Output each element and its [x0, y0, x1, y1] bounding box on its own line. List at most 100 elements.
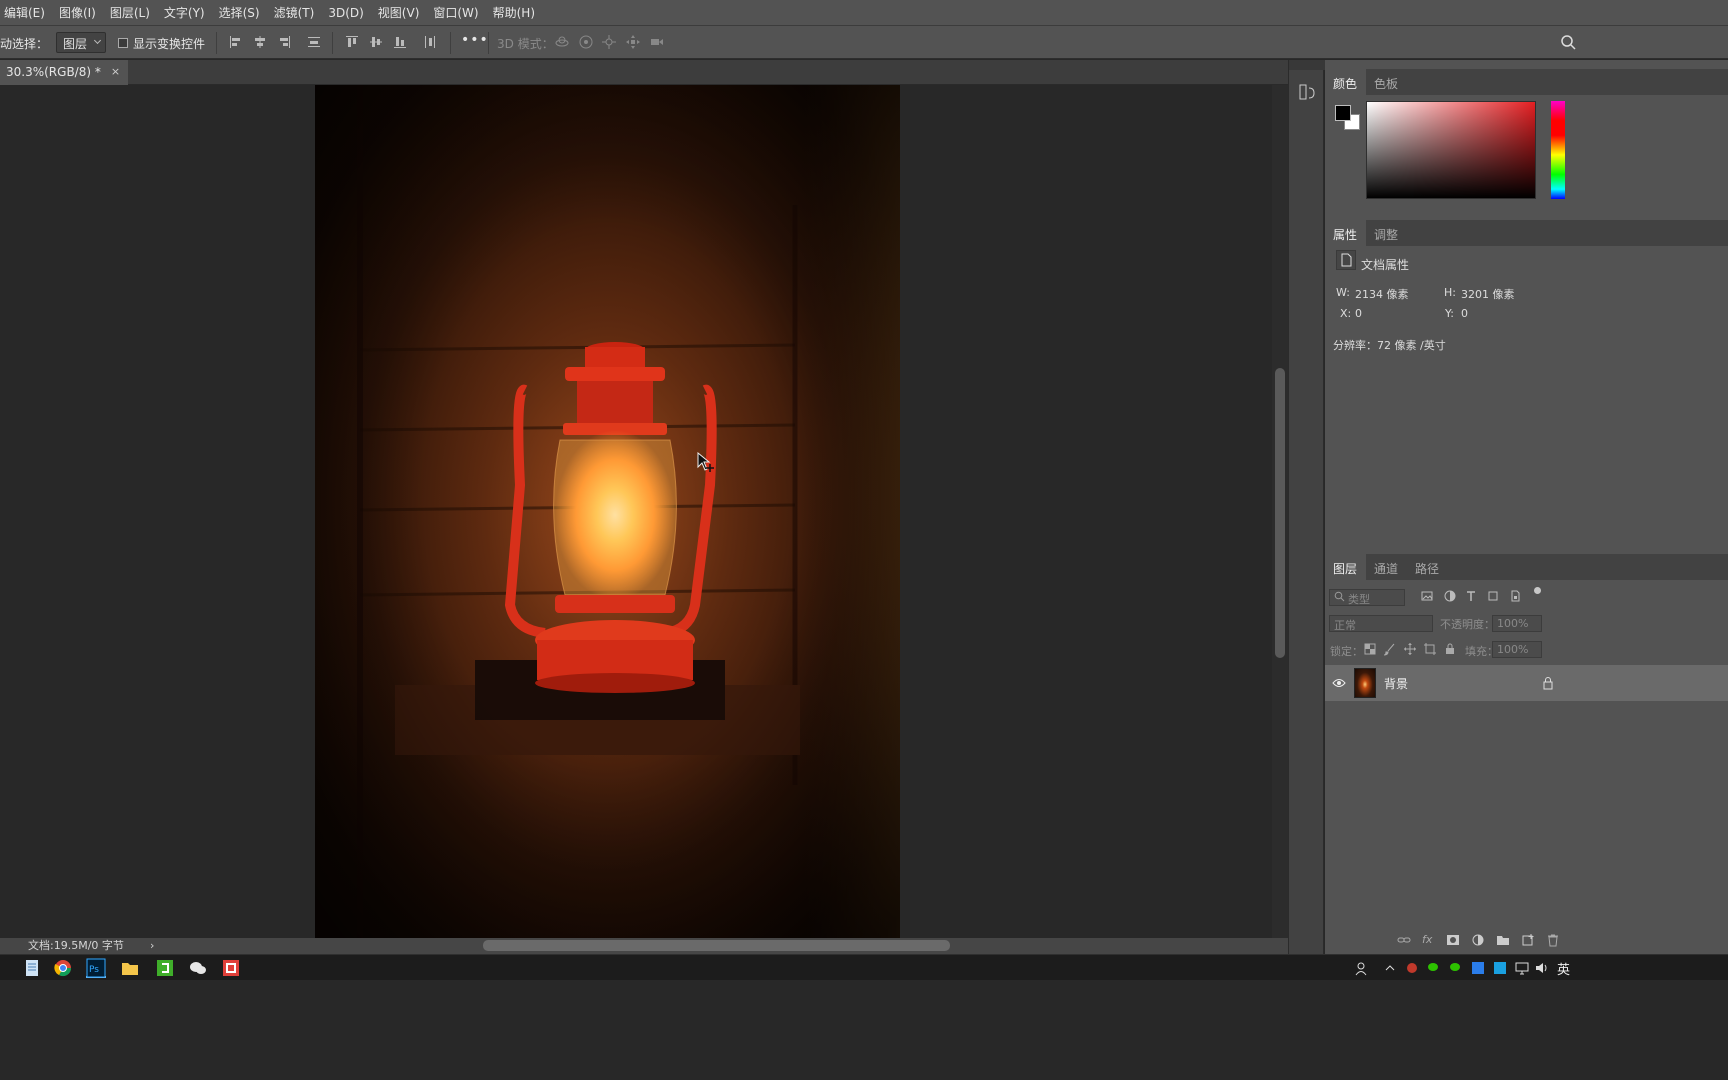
menu-view[interactable]: 视图(V) — [371, 4, 427, 21]
horizontal-scroll-thumb[interactable] — [483, 940, 950, 951]
tab-channels[interactable]: 通道 — [1366, 554, 1407, 580]
volume-icon[interactable] — [1534, 960, 1550, 976]
auto-select-dropdown[interactable]: 图层 — [56, 32, 107, 53]
menu-3d[interactable]: 3D(D) — [321, 6, 370, 20]
file-explorer-app-icon[interactable] — [120, 958, 140, 978]
foreground-color-swatch[interactable] — [1335, 105, 1351, 121]
tab-adjustments[interactable]: 调整 — [1366, 220, 1407, 246]
blend-mode-dropdown[interactable]: 正常 — [1329, 615, 1433, 632]
align-bottom-icon[interactable] — [392, 34, 408, 50]
adjustment-filter-icon[interactable] — [1443, 589, 1457, 603]
chevron-up-icon[interactable] — [1382, 960, 1398, 976]
roll-3d-icon[interactable] — [578, 34, 594, 50]
shape-filter-icon[interactable] — [1486, 589, 1500, 603]
properties-panel-tabs: 属性 调整 — [1325, 220, 1728, 246]
transform-controls-checkbox[interactable] — [118, 38, 128, 48]
align-left-icon[interactable] — [228, 34, 244, 50]
network-icon[interactable] — [1514, 960, 1530, 976]
people-tray-icon[interactable] — [1354, 960, 1370, 976]
tab-properties[interactable]: 属性 — [1325, 220, 1367, 246]
canvas-area[interactable] — [0, 85, 1272, 938]
fill-field[interactable]: 100% — [1492, 641, 1542, 658]
align-horizontal-center-icon[interactable] — [252, 34, 268, 50]
green-app-icon[interactable] — [155, 958, 175, 978]
opacity-field[interactable]: 100% — [1492, 615, 1542, 632]
ime-indicator[interactable]: 英 — [1557, 959, 1570, 978]
tab-swatches[interactable]: 色板 — [1366, 69, 1407, 95]
document-tab[interactable]: 30.3%(RGB/8) * × — [0, 60, 129, 85]
y-value[interactable]: 0 — [1461, 307, 1468, 320]
layer-filter-dropdown[interactable]: 类型 — [1329, 589, 1405, 606]
chrome-app-icon[interactable] — [53, 958, 73, 978]
collapsed-panel-dock — [1288, 60, 1325, 954]
distribute-horizontal-icon[interactable] — [422, 34, 438, 50]
orbit-3d-icon[interactable] — [554, 34, 570, 50]
dock-collapse-strip[interactable] — [1289, 60, 1325, 70]
new-layer-icon[interactable] — [1521, 933, 1535, 947]
smart-object-filter-icon[interactable] — [1508, 589, 1522, 603]
add-mask-icon[interactable] — [1446, 933, 1460, 947]
height-value[interactable]: 3201 像素 — [1461, 286, 1515, 302]
more-options-button[interactable]: ••• — [461, 32, 489, 48]
app-tray-icon[interactable] — [1404, 960, 1420, 976]
type-filter-icon[interactable] — [1464, 589, 1478, 603]
tab-layers[interactable]: 图层 — [1325, 554, 1367, 580]
menu-filter[interactable]: 滤镜(T) — [267, 4, 322, 21]
cloud-tray-icon[interactable] — [1492, 960, 1508, 976]
tab-color[interactable]: 颜色 — [1325, 69, 1367, 95]
link-layers-icon[interactable] — [1397, 933, 1411, 947]
menu-edit[interactable]: 编辑(E) — [0, 4, 52, 21]
auto-select-value: 图层 — [63, 37, 88, 51]
wechat-app-icon[interactable] — [188, 958, 208, 978]
photoshop-app-icon[interactable]: Ps — [86, 958, 106, 978]
wechat-tray-icon-2[interactable] — [1448, 960, 1464, 976]
close-icon[interactable]: × — [111, 65, 120, 85]
lock-all-icon[interactable] — [1443, 642, 1457, 656]
layer-row[interactable]: 背景 — [1325, 665, 1728, 701]
vertical-scrollbar[interactable] — [1272, 85, 1288, 938]
lock-position-icon[interactable] — [1403, 642, 1417, 656]
distribute-vertical-icon[interactable] — [306, 34, 322, 50]
start-menu-icon[interactable] — [0, 961, 4, 975]
blue-tray-icon[interactable] — [1470, 960, 1486, 976]
adjustment-layer-icon[interactable] — [1471, 933, 1485, 947]
x-value[interactable]: 0 — [1355, 307, 1362, 320]
svg-text:Ps: Ps — [89, 965, 99, 975]
history-icon[interactable] — [1297, 82, 1317, 102]
menu-select[interactable]: 选择(S) — [212, 4, 267, 21]
tab-paths[interactable]: 路径 — [1407, 554, 1448, 580]
lantern-photo[interactable] — [315, 85, 900, 938]
hue-slider[interactable] — [1551, 101, 1565, 199]
search-icon[interactable] — [1560, 34, 1576, 50]
width-value[interactable]: 2134 像素 — [1355, 286, 1409, 302]
red-app-icon[interactable] — [221, 958, 241, 978]
slide-3d-icon[interactable] — [625, 34, 641, 50]
x-label: X: — [1340, 307, 1352, 320]
menu-image[interactable]: 图像(I) — [52, 4, 103, 21]
eye-icon[interactable] — [1332, 677, 1346, 689]
wechat-tray-icon[interactable] — [1426, 960, 1442, 976]
lock-paint-brush-icon[interactable] — [1383, 642, 1397, 656]
new-group-folder-icon[interactable] — [1496, 933, 1510, 947]
menu-type[interactable]: 文字(Y) — [157, 4, 212, 21]
menu-help[interactable]: 帮助(H) — [486, 4, 542, 21]
align-top-icon[interactable] — [344, 34, 360, 50]
image-filter-icon[interactable] — [1420, 589, 1434, 603]
notepad-app-icon[interactable] — [22, 958, 42, 978]
align-vertical-center-icon[interactable] — [368, 34, 384, 50]
vertical-scroll-thumb[interactable] — [1275, 368, 1285, 658]
menu-window[interactable]: 窗口(W) — [426, 4, 485, 21]
search-icon — [1334, 591, 1345, 605]
lock-artboard-icon[interactable] — [1423, 642, 1437, 656]
lock-transparent-icon[interactable] — [1363, 642, 1377, 656]
status-arrow-icon[interactable]: › — [150, 938, 154, 954]
color-picker-field[interactable] — [1366, 101, 1536, 199]
layer-style-fx-icon[interactable]: fx — [1422, 933, 1436, 947]
delete-layer-trash-icon[interactable] — [1546, 933, 1560, 947]
menu-layer[interactable]: 图层(L) — [103, 4, 157, 21]
filter-toggle-icon[interactable] — [1534, 587, 1541, 594]
layer-name[interactable]: 背景 — [1384, 675, 1408, 692]
drag-3d-icon[interactable] — [601, 34, 617, 50]
camera-3d-icon[interactable] — [649, 34, 665, 50]
align-right-icon[interactable] — [276, 34, 292, 50]
